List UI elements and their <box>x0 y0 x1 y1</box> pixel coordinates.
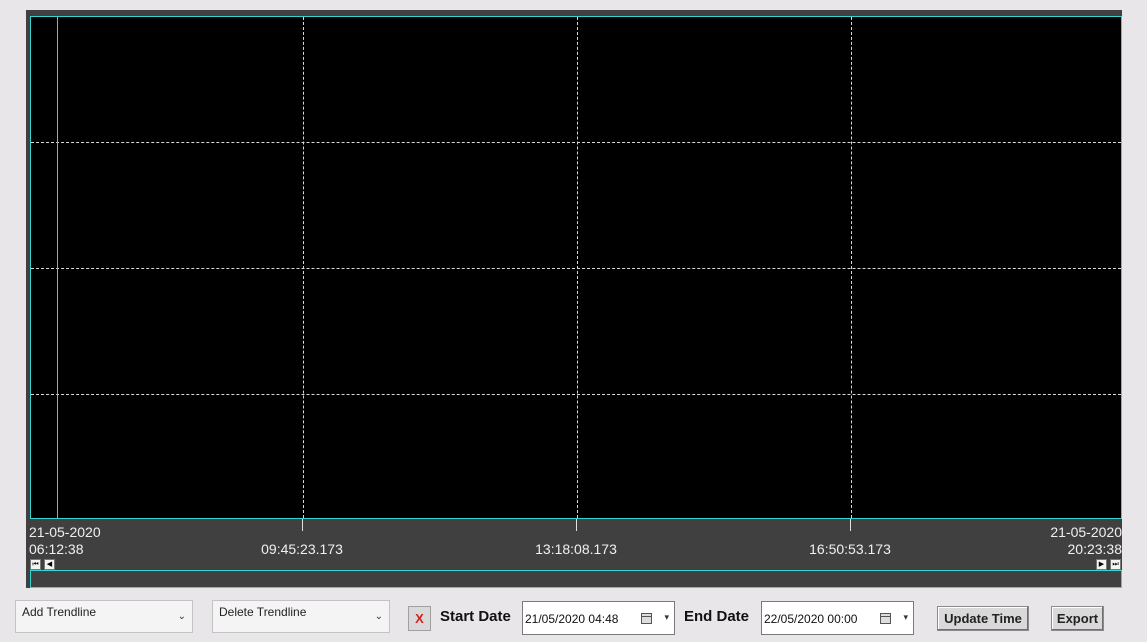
tick-label: 09:45:23.173 <box>261 541 343 557</box>
chevron-down-icon: ⌄ <box>374 611 383 622</box>
update-time-button[interactable]: Update Time <box>937 606 1029 631</box>
chevron-down-icon: ⌄ <box>177 611 186 622</box>
clear-button[interactable]: X <box>408 606 431 631</box>
tick-mark <box>302 519 303 531</box>
end-date-picker[interactable]: 22/05/2020 00:00 ▾ <box>761 601 914 635</box>
start-date-label: 21-05-2020 <box>29 524 101 540</box>
tick-mark <box>850 519 851 531</box>
calendar-icon[interactable] <box>880 613 891 624</box>
add-trendline-dropdown[interactable]: Add Trendline ⌄ <box>15 600 193 633</box>
start-time-label: 06:12:38 <box>29 541 84 557</box>
end-time-label: 20:23:38 <box>1067 541 1123 557</box>
calendar-icon[interactable] <box>641 613 652 624</box>
grid-hline <box>31 142 1121 143</box>
start-date-picker[interactable]: 21/05/2020 04:48 ▾ <box>522 601 675 635</box>
end-date-value: 22/05/2020 00:00 <box>764 612 858 626</box>
end-date-label: 21-05-2020 <box>1050 524 1122 540</box>
tick-mark <box>576 519 577 531</box>
scroll-prev-button[interactable]: ◀ <box>44 559 55 570</box>
add-trendline-label: Add Trendline <box>22 605 97 619</box>
trend-cursor-line[interactable] <box>57 17 58 518</box>
tick-label: 13:18:08.173 <box>535 541 617 557</box>
export-button[interactable]: Export <box>1051 606 1104 631</box>
time-scrollbar[interactable] <box>30 570 1122 588</box>
dropdown-caret-icon[interactable]: ▾ <box>903 612 908 623</box>
start-date-field-label: Start Date <box>440 608 511 625</box>
dropdown-caret-icon[interactable]: ▾ <box>664 612 669 623</box>
time-axis: 09:45:23.173 13:18:08.173 16:50:53.173 2… <box>29 519 1123 557</box>
scroll-last-button[interactable]: ⏭ <box>1110 559 1121 570</box>
grid-hline <box>31 394 1121 395</box>
scroll-first-button[interactable]: ⏮ <box>30 559 41 570</box>
tick-label: 16:50:53.173 <box>809 541 891 557</box>
end-date-field-label: End Date <box>684 608 750 625</box>
trend-plot-area[interactable] <box>30 16 1122 519</box>
grid-hline <box>31 268 1121 269</box>
scroll-next-button[interactable]: ▶ <box>1096 559 1107 570</box>
start-date-value: 21/05/2020 04:48 <box>525 612 619 626</box>
delete-trendline-dropdown[interactable]: Delete Trendline ⌄ <box>212 600 390 633</box>
delete-trendline-label: Delete Trendline <box>219 605 307 619</box>
